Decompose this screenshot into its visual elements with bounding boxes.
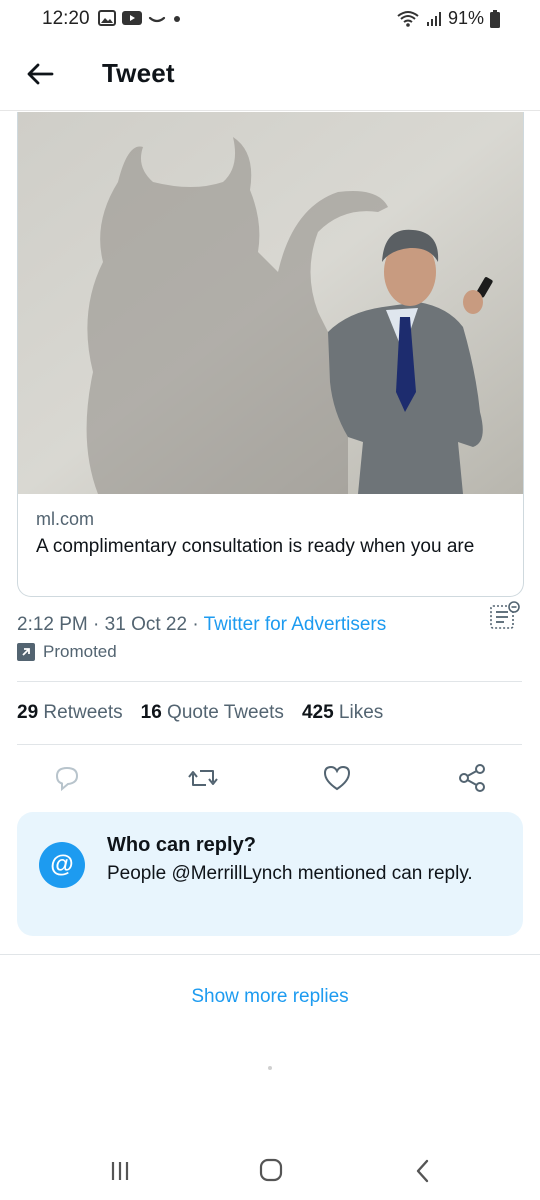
link-card[interactable]: ml.com A complimentary consultation is r… xyxy=(17,112,524,597)
reply-icon[interactable] xyxy=(49,760,85,796)
home-icon[interactable] xyxy=(251,1154,291,1188)
card-image[interactable] xyxy=(18,112,523,494)
meta-separator: · xyxy=(87,614,105,635)
gallery-icon xyxy=(98,10,116,26)
youtube-icon xyxy=(122,11,142,25)
who-can-reply-panel: @ Who can reply? People @MerrillLynch me… xyxy=(17,812,523,936)
loading-dot xyxy=(268,1066,272,1070)
action-bar xyxy=(0,760,540,800)
status-time: 12:20 xyxy=(42,8,90,29)
ad-info-icon[interactable] xyxy=(488,600,522,634)
promoted-label: Promoted xyxy=(17,642,117,662)
promoted-text: Promoted xyxy=(43,642,117,661)
card-domain: ml.com xyxy=(36,509,94,529)
battery-percent: 91% xyxy=(447,8,484,28)
divider xyxy=(17,681,522,682)
likes-stat[interactable]: 425 Likes xyxy=(302,702,383,724)
notification-icons xyxy=(98,10,182,26)
battery-icon xyxy=(490,9,500,28)
back-arrow-icon[interactable] xyxy=(24,58,56,90)
tweet-stats: 29 Retweets 16 Quote Tweets 425 Likes xyxy=(17,702,383,724)
retweets-stat[interactable]: 29 Retweets xyxy=(17,702,123,724)
mention-icon: @ xyxy=(39,842,85,888)
meta-separator: · xyxy=(187,614,204,635)
recent-apps-icon[interactable] xyxy=(100,1154,140,1188)
page-title: Tweet xyxy=(102,58,175,88)
like-icon[interactable] xyxy=(319,760,355,796)
system-nav-bar xyxy=(0,1140,540,1200)
share-icon[interactable] xyxy=(454,760,490,796)
divider xyxy=(17,744,522,745)
wifi-icon xyxy=(397,10,419,27)
status-right: 91% xyxy=(396,8,500,29)
promoted-icon xyxy=(17,643,35,661)
card-headline: A complimentary consultation is ready wh… xyxy=(36,536,475,557)
back-icon[interactable] xyxy=(403,1154,443,1188)
who-can-reply-text: People @MerrillLynch mentioned can reply… xyxy=(107,863,473,884)
show-more-replies-button[interactable]: Show more replies xyxy=(0,986,540,1008)
tweet-source-link[interactable]: Twitter for Advertisers xyxy=(204,614,387,635)
status-bar: 12:20 91% xyxy=(0,0,540,40)
dot-icon xyxy=(174,16,180,22)
amazon-icon xyxy=(148,16,166,23)
divider xyxy=(0,954,540,955)
who-can-reply-title: Who can reply? xyxy=(107,834,256,856)
app-header: Tweet xyxy=(0,44,540,111)
retweet-icon[interactable] xyxy=(185,760,221,796)
tweet-time: 2:12 PM xyxy=(17,614,88,635)
tweet-meta: 2:12 PM · 31 Oct 22 · Twitter for Advert… xyxy=(17,614,386,636)
quote-tweets-stat[interactable]: 16 Quote Tweets xyxy=(141,702,284,724)
tweet-date: 31 Oct 22 xyxy=(104,614,188,635)
signal-icon xyxy=(426,11,441,26)
